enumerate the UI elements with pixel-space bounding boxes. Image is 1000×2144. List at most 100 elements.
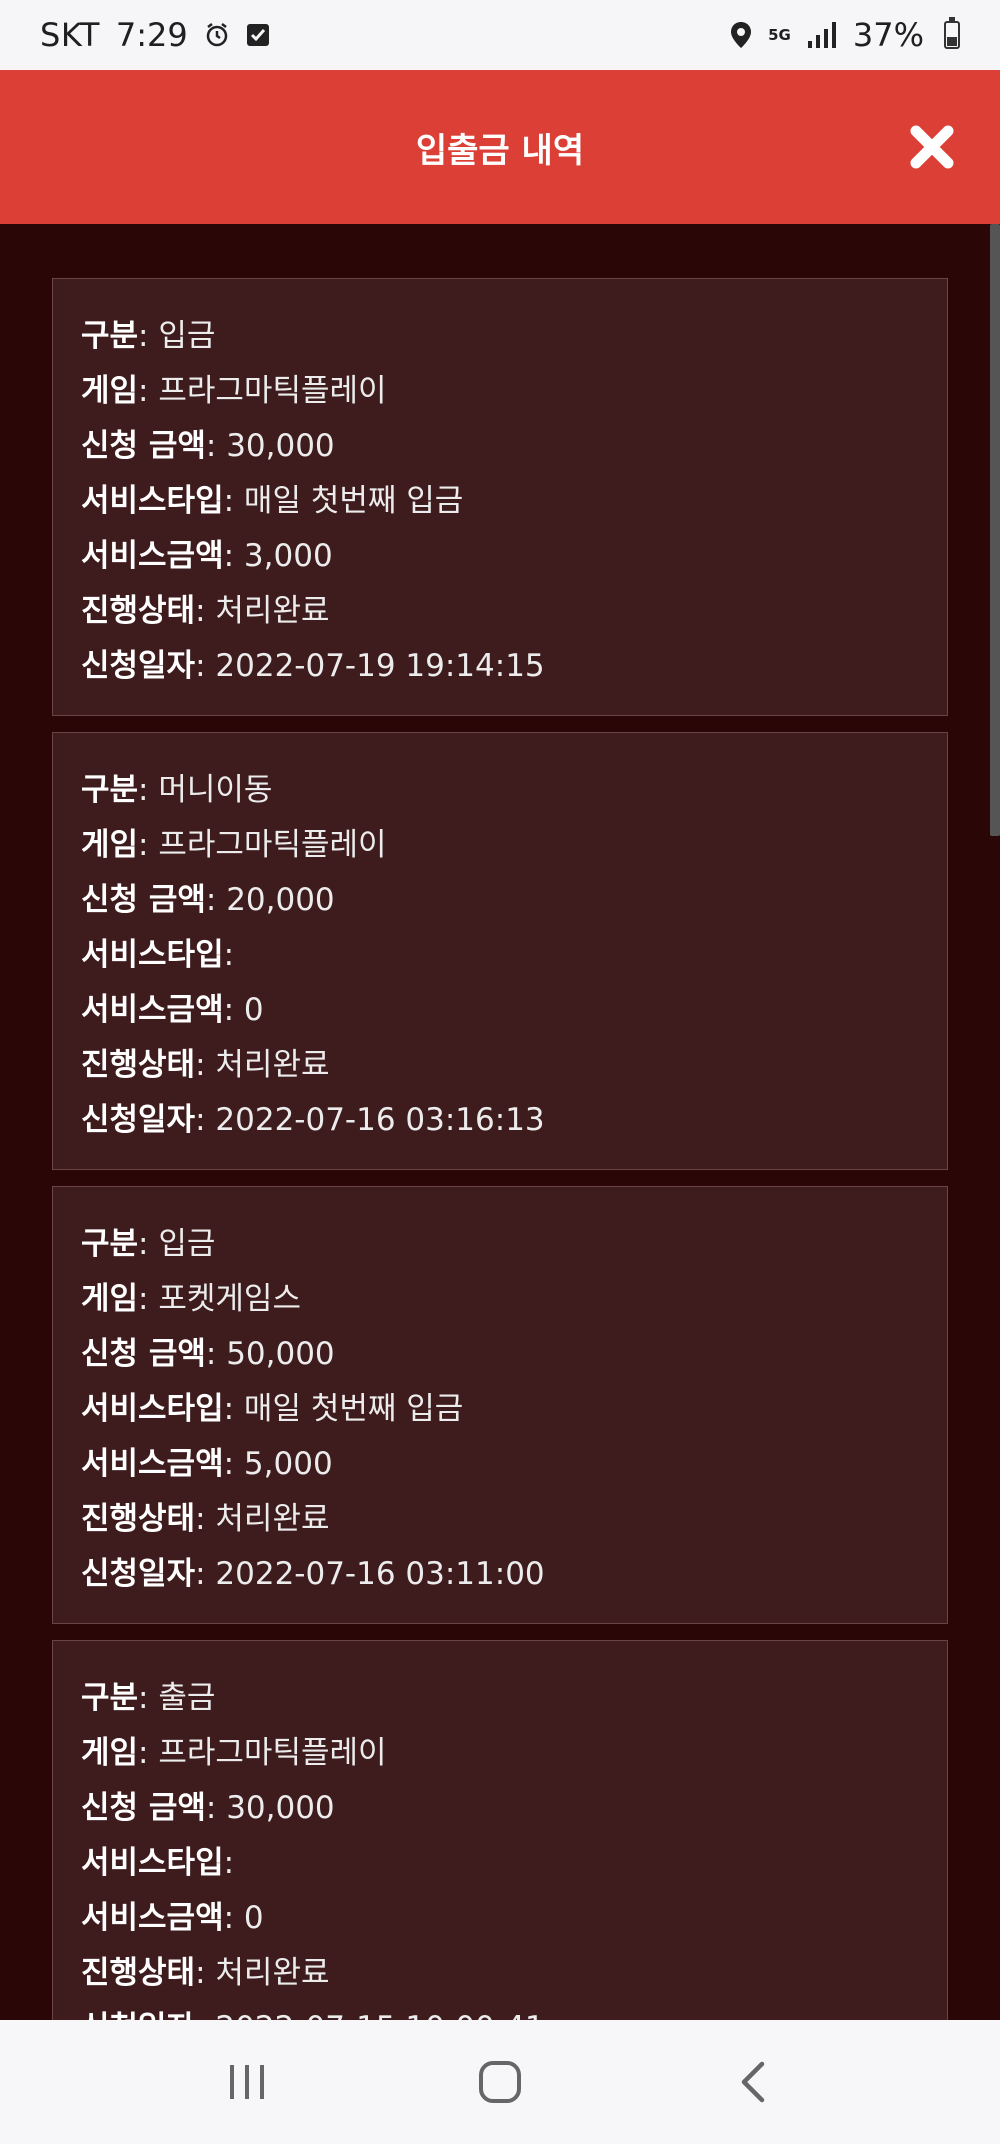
network-type: 5G: [768, 26, 791, 44]
field-label: 서비스타입: [81, 1845, 224, 1881]
field-label: 신청 금액: [81, 1336, 206, 1372]
page-title: 입출금 내역: [415, 130, 585, 171]
field-label: 신청 금액: [81, 1790, 206, 1826]
row-service-amount: 서비스금액: 5,000: [81, 1446, 333, 1482]
field-label: 진행상태: [81, 1047, 196, 1083]
card-list: 구분: 입금 게임: 프라그마틱플레이 신청 금액: 30,000 서비스타입: 매일…: [52, 278, 948, 2020]
field-label: 서비스타입: [81, 483, 224, 519]
back-icon: [742, 2061, 765, 2103]
row-type: 구분: 입금: [81, 318, 216, 354]
field-label: 게임: [81, 373, 139, 409]
field-label: 신청 금액: [81, 882, 206, 918]
battery-percent: 37%: [852, 16, 924, 54]
field-label: 게임: [81, 1735, 139, 1771]
app-root: SKT 7:29 5G 37% 입출금 내역 구분: 입금 게임: 프라그마틱플…: [0, 0, 1000, 2144]
row-service-amount: 서비스금액: 0: [81, 992, 264, 1028]
row-game: 게임: 프라그마틱플레이: [81, 1735, 387, 1771]
row-status: 진행상태: 처리완료: [81, 593, 330, 629]
field-label: 신청일자: [81, 2010, 195, 2020]
back-button[interactable]: [703, 2042, 803, 2122]
field-value: 30,000: [226, 1790, 335, 1826]
row-date: 신청일자: 2022-07-15 10:00:41: [81, 2001, 919, 2020]
status-bar-left: SKT 7:29: [40, 16, 270, 54]
field-label: 구분: [81, 1226, 139, 1262]
field-value: 입금: [158, 1226, 216, 1262]
row-type: 구분: 입금: [81, 1226, 216, 1262]
recents-icon: [229, 2065, 264, 2099]
navigation-bar: [0, 2020, 1000, 2144]
row-service-type: 서비스타입:: [81, 937, 235, 973]
row-game: 게임: 프라그마틱플레이: [81, 373, 387, 409]
field-value: 2022-07-15 10:00:41: [215, 2010, 544, 2020]
location-icon: [730, 21, 752, 49]
field-label: 신청 금액: [81, 428, 206, 464]
field-value: 매일 첫번째 입금: [243, 483, 464, 519]
battery-icon: [944, 17, 960, 49]
field-label: 서비스금액: [81, 538, 224, 574]
field-label: 진행상태: [81, 1955, 196, 1991]
row-date: 신청일자: 2022-07-19 19:14:15: [81, 648, 545, 684]
row-status: 진행상태: 처리완료: [81, 1047, 330, 1083]
field-label: 신청일자: [81, 1556, 196, 1592]
field-value: 처리완료: [215, 1047, 330, 1083]
row-amount: 신청 금액: 50,000: [81, 1336, 335, 1372]
field-label: 서비스타입: [81, 1391, 224, 1427]
scrollbar[interactable]: [990, 224, 1000, 836]
field-value: 처리완료: [215, 1501, 330, 1537]
field-label: 게임: [81, 1281, 139, 1317]
row-amount: 신청 금액: 30,000: [81, 428, 335, 464]
field-value: 프라그마틱플레이: [158, 373, 387, 409]
field-value: 2022-07-16 03:11:00: [215, 1556, 545, 1592]
row-service-type: 서비스타입: 매일 첫번째 입금: [81, 483, 464, 519]
field-label: 신청일자: [81, 648, 196, 684]
close-button[interactable]: [902, 117, 962, 177]
row-type: 구분: 머니이동: [81, 772, 273, 808]
field-label: 구분: [81, 1680, 139, 1716]
field-label: 게임: [81, 827, 139, 863]
row-status: 진행상태: 처리완료: [81, 1501, 330, 1537]
field-label: 서비스금액: [81, 1446, 224, 1482]
field-label: 진행상태: [81, 1501, 196, 1537]
row-date: 신청일자: 2022-07-16 03:16:13: [81, 1102, 545, 1138]
field-value: 포켓게임스: [158, 1281, 301, 1317]
row-service-type: 서비스타입: 매일 첫번째 입금: [81, 1391, 464, 1427]
row-game: 게임: 프라그마틱플레이: [81, 827, 387, 863]
field-value: 머니이동: [158, 772, 273, 808]
clock: 7:29: [115, 16, 188, 54]
transaction-card[interactable]: 구분: 출금 게임: 프라그마틱플레이 신청 금액: 30,000 서비스타입: 서비…: [52, 1640, 948, 2020]
close-icon: [910, 125, 954, 169]
field-value: 50,000: [226, 1336, 335, 1372]
network-badge: 5G: [768, 26, 791, 44]
row-service-amount: 서비스금액: 0: [81, 1900, 264, 1936]
field-value: 매일 첫번째 입금: [243, 1391, 464, 1427]
field-value: 프라그마틱플레이: [158, 827, 387, 863]
field-value: 20,000: [226, 882, 335, 918]
row-status: 진행상태: 처리완료: [81, 1955, 330, 1991]
transaction-card[interactable]: 구분: 입금 게임: 포켓게임스 신청 금액: 50,000 서비스타입: 매일 첫번…: [52, 1186, 948, 1624]
row-amount: 신청 금액: 30,000: [81, 1790, 335, 1826]
field-value: 2022-07-16 03:16:13: [215, 1102, 545, 1138]
field-label: 구분: [81, 318, 139, 354]
field-value: 처리완료: [215, 1955, 330, 1991]
transaction-history-list[interactable]: 구분: 입금 게임: 프라그마틱플레이 신청 금액: 30,000 서비스타입: 매일…: [0, 224, 1000, 2020]
row-type: 구분: 출금: [81, 1680, 216, 1716]
transaction-card[interactable]: 구분: 머니이동 게임: 프라그마틱플레이 신청 금액: 20,000 서비스타입: …: [52, 732, 948, 1170]
battery-level: [947, 37, 957, 46]
row-service-amount: 서비스금액: 3,000: [81, 538, 333, 574]
recents-button[interactable]: [197, 2042, 297, 2122]
status-bar: SKT 7:29 5G 37%: [0, 0, 1000, 70]
app-header: 입출금 내역: [0, 70, 1000, 224]
field-value: 프라그마틱플레이: [158, 1735, 387, 1771]
field-label: 구분: [81, 772, 139, 808]
field-value: 5,000: [243, 1446, 333, 1482]
field-label: 서비스금액: [81, 1900, 224, 1936]
field-value: 30,000: [226, 428, 335, 464]
carrier-label: SKT: [40, 16, 100, 54]
field-label: 서비스타입: [81, 937, 224, 973]
row-date: 신청일자: 2022-07-16 03:11:00: [81, 1556, 545, 1592]
field-value: 2022-07-19 19:14:15: [215, 648, 545, 684]
field-value: 입금: [158, 318, 216, 354]
field-value: 0: [243, 992, 264, 1028]
transaction-card[interactable]: 구분: 입금게임: 프라그마틱플레이신청 금액: 30,000 서비스타입: 매일…: [52, 278, 948, 716]
home-button[interactable]: [450, 2042, 550, 2122]
